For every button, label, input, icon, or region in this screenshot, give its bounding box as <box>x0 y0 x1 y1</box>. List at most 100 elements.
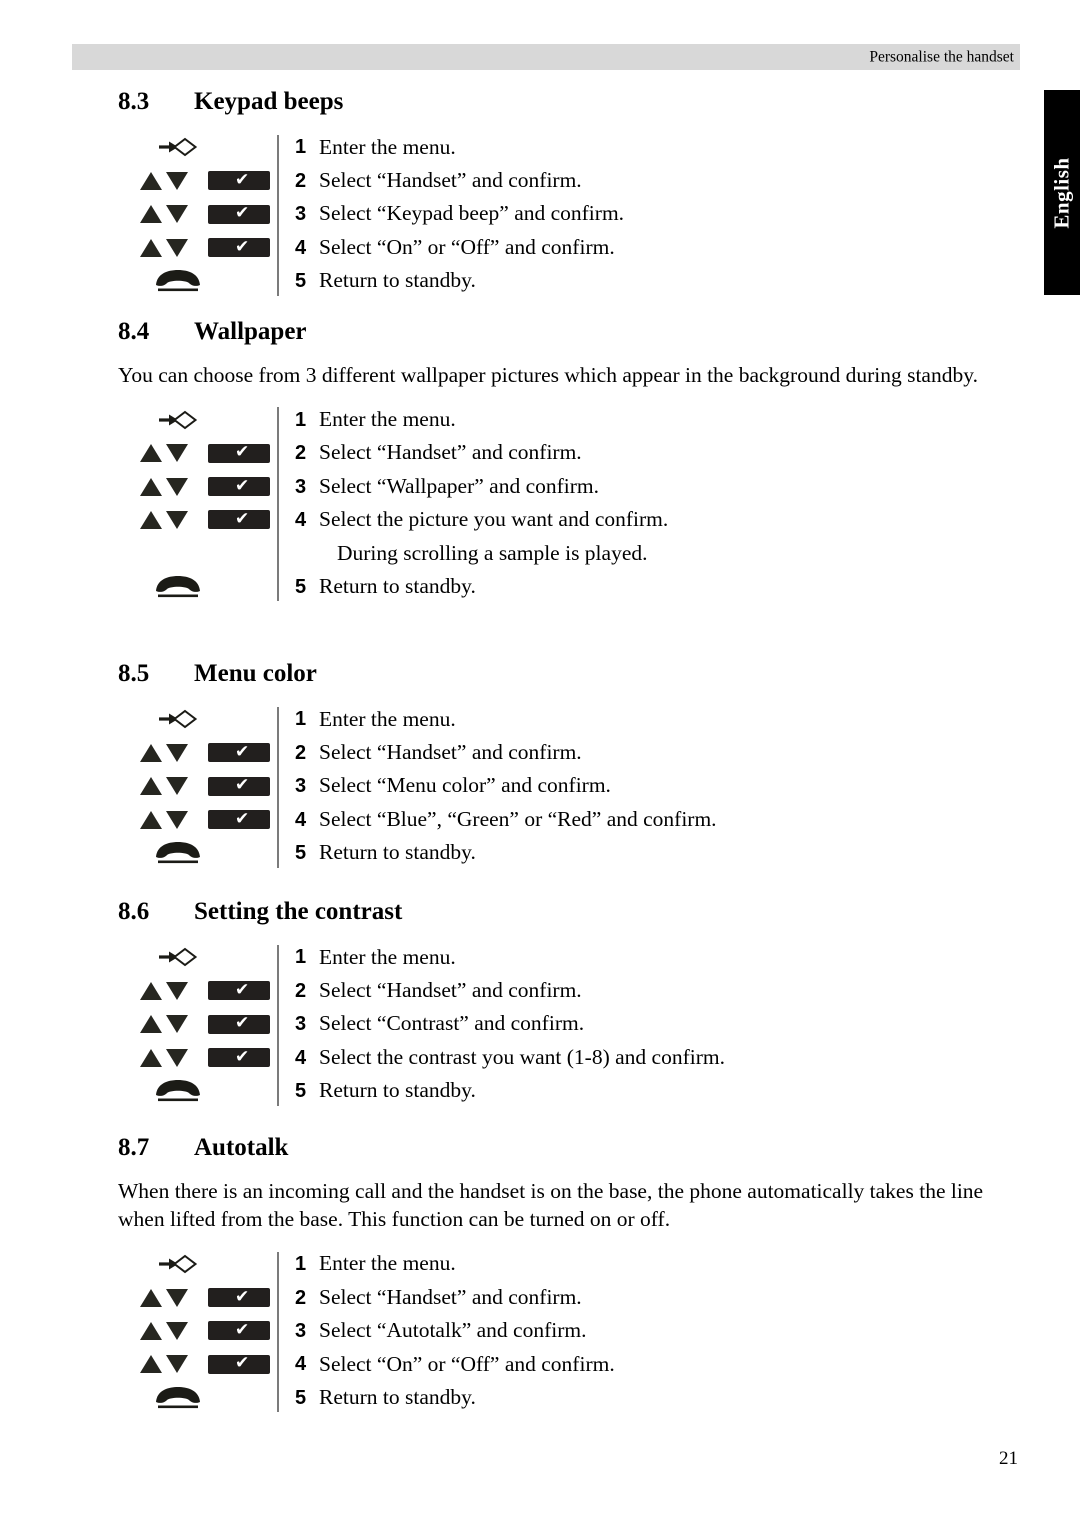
arrow-up-icon <box>140 810 162 829</box>
step-text: Return to standby. <box>319 1078 476 1103</box>
step-key-icons <box>118 403 277 436</box>
section-heading: 8.4 Wallpaper <box>118 318 1018 347</box>
arrow-up-icon <box>140 1048 162 1067</box>
confirm-softkey-icon: ✔ <box>208 1286 270 1308</box>
step-number: 5 <box>295 1386 307 1409</box>
step-text: Select the picture you want and confirm. <box>319 507 669 532</box>
procedure-step: ✔ 2 Select “Handset” and confirm. <box>118 437 1018 470</box>
up-down-arrows-icon <box>140 810 196 829</box>
arrow-down-icon <box>166 1355 188 1374</box>
step-text: Select “Keypad beep” and confirm. <box>319 201 625 226</box>
confirm-softkey-icon: ✔ <box>208 475 270 497</box>
step-number: 3 <box>295 475 307 498</box>
up-down-arrows-icon <box>140 1048 196 1067</box>
step-key-icons <box>118 1381 277 1414</box>
step-number: 2 <box>295 169 307 192</box>
procedure-step: ✔ 2 Select “Handset” and confirm. <box>118 736 1018 769</box>
step-text: Return to standby. <box>319 574 476 599</box>
arrow-down-icon <box>166 810 188 829</box>
confirm-softkey-icon: ✔ <box>208 808 270 830</box>
arrow-up-icon <box>140 171 162 190</box>
step-number: 4 <box>295 808 307 831</box>
step-text: Return to standby. <box>319 1385 476 1409</box>
up-down-arrows-icon <box>140 205 196 224</box>
procedure-list: 1 Enter the menu. ✔ 2 Select “Handset” and c… <box>118 1248 1018 1415</box>
section-title: Menu color <box>194 660 317 687</box>
arrow-up-icon <box>140 1288 162 1307</box>
arrow-down-icon <box>166 777 188 796</box>
step-key-icons <box>118 1248 277 1281</box>
checkmark-icon: ✔ <box>234 169 250 190</box>
checkmark-icon: ✔ <box>234 442 250 463</box>
confirm-softkey-icon: ✔ <box>208 169 270 191</box>
step-text: Enter the menu. <box>319 944 456 969</box>
step-key-icons: ✔ <box>118 470 277 503</box>
confirm-softkey-icon: ✔ <box>208 777 270 796</box>
step-text: Select “Handset” and confirm. <box>319 440 582 465</box>
section-title: Setting the contrast <box>194 898 403 925</box>
step-key-icons <box>118 537 277 570</box>
arrow-up-icon <box>140 238 162 257</box>
procedure-step: 1 Enter the menu. <box>118 941 1018 974</box>
arrow-up-icon <box>140 1355 162 1374</box>
step-key-icons <box>118 703 277 736</box>
confirm-softkey-icon: ✔ <box>208 741 270 763</box>
checkmark-icon: ✔ <box>234 1286 250 1307</box>
section-8-7: 8.7 Autotalk When there is an incoming cal… <box>118 1134 1018 1414</box>
checkmark-icon: ✔ <box>234 808 250 829</box>
procedure-step: ✔ 2 Select “Handset” and confirm. <box>118 974 1018 1007</box>
step-text: Select “Contrast” and confirm. <box>319 1011 585 1036</box>
arrow-down-icon <box>166 477 188 496</box>
arrow-down-icon <box>166 743 188 762</box>
checkmark-icon: ✔ <box>234 1353 250 1374</box>
confirm-softkey-icon: ✔ <box>208 1321 270 1341</box>
language-thumb-tab: English <box>1044 90 1080 295</box>
arrow-down-icon <box>166 444 188 463</box>
procedure-step: 5 Return to standby. <box>118 1074 1018 1107</box>
manual-page: Personalise the handset English 8.3 Keypa… <box>0 0 1080 1528</box>
procedure-step: ✔ 2 Select “Handset” and confirm. <box>118 164 1018 197</box>
step-number: 3 <box>295 203 307 226</box>
step-key-icons: ✔ <box>118 1008 277 1041</box>
step-number: 5 <box>295 842 307 864</box>
step-key-icons: ✔ <box>118 437 277 470</box>
step-number: 2 <box>295 979 307 1002</box>
step-key-icons: ✔ <box>118 1281 277 1314</box>
checkmark-icon: ✔ <box>234 979 250 1000</box>
section-8-3: 8.3 Keypad beeps 1 Enter the menu. ✔ 2 Select … <box>118 88 1018 298</box>
procedure-step: ✔ 3 Select “Wallpaper” and confirm. <box>118 470 1018 503</box>
arrow-up-icon <box>140 777 162 796</box>
step-key-icons: ✔ <box>118 974 277 1007</box>
procedure-list: 1 Enter the menu. ✔ 2 Select “Handset” and c… <box>118 131 1018 298</box>
confirm-softkey-icon: ✔ <box>208 979 270 1001</box>
step-number: 3 <box>295 1013 307 1036</box>
section-heading: 8.7 Autotalk <box>118 1134 1018 1163</box>
section-number: 8.4 <box>118 318 150 345</box>
step-key-icons: ✔ <box>118 1041 277 1074</box>
confirm-softkey-icon: ✔ <box>208 508 270 530</box>
step-number: 1 <box>295 1253 307 1276</box>
hangup-handset-icon <box>152 574 204 600</box>
procedure-step: ✔ 3 Select “Contrast” and confirm. <box>118 1008 1018 1041</box>
step-key-icons <box>118 941 277 974</box>
step-number: 2 <box>295 1286 307 1309</box>
step-text: Select “Handset” and confirm. <box>319 978 582 1003</box>
confirm-softkey-icon: ✔ <box>208 1015 270 1034</box>
procedure-step: 5 Return to standby. <box>118 1381 1018 1414</box>
arrow-down-icon <box>166 1288 188 1307</box>
confirm-softkey-icon: ✔ <box>208 236 270 258</box>
checkmark-icon: ✔ <box>234 508 250 529</box>
checkmark-icon: ✔ <box>234 475 250 496</box>
step-text: Select “On” or “Off” and confirm. <box>319 234 615 259</box>
step-key-icons <box>118 836 277 869</box>
checkmark-icon: ✔ <box>234 741 250 762</box>
step-number: 4 <box>295 508 307 531</box>
step-text: Select “Menu color” and confirm. <box>319 773 611 798</box>
step-key-icons: ✔ <box>118 164 277 197</box>
checkmark-icon: ✔ <box>234 236 250 257</box>
arrow-up-icon <box>140 205 162 224</box>
step-number: 3 <box>295 1319 307 1342</box>
up-down-arrows-icon <box>140 1288 196 1307</box>
confirm-softkey-icon: ✔ <box>208 205 270 224</box>
step-key-icons <box>118 264 277 297</box>
